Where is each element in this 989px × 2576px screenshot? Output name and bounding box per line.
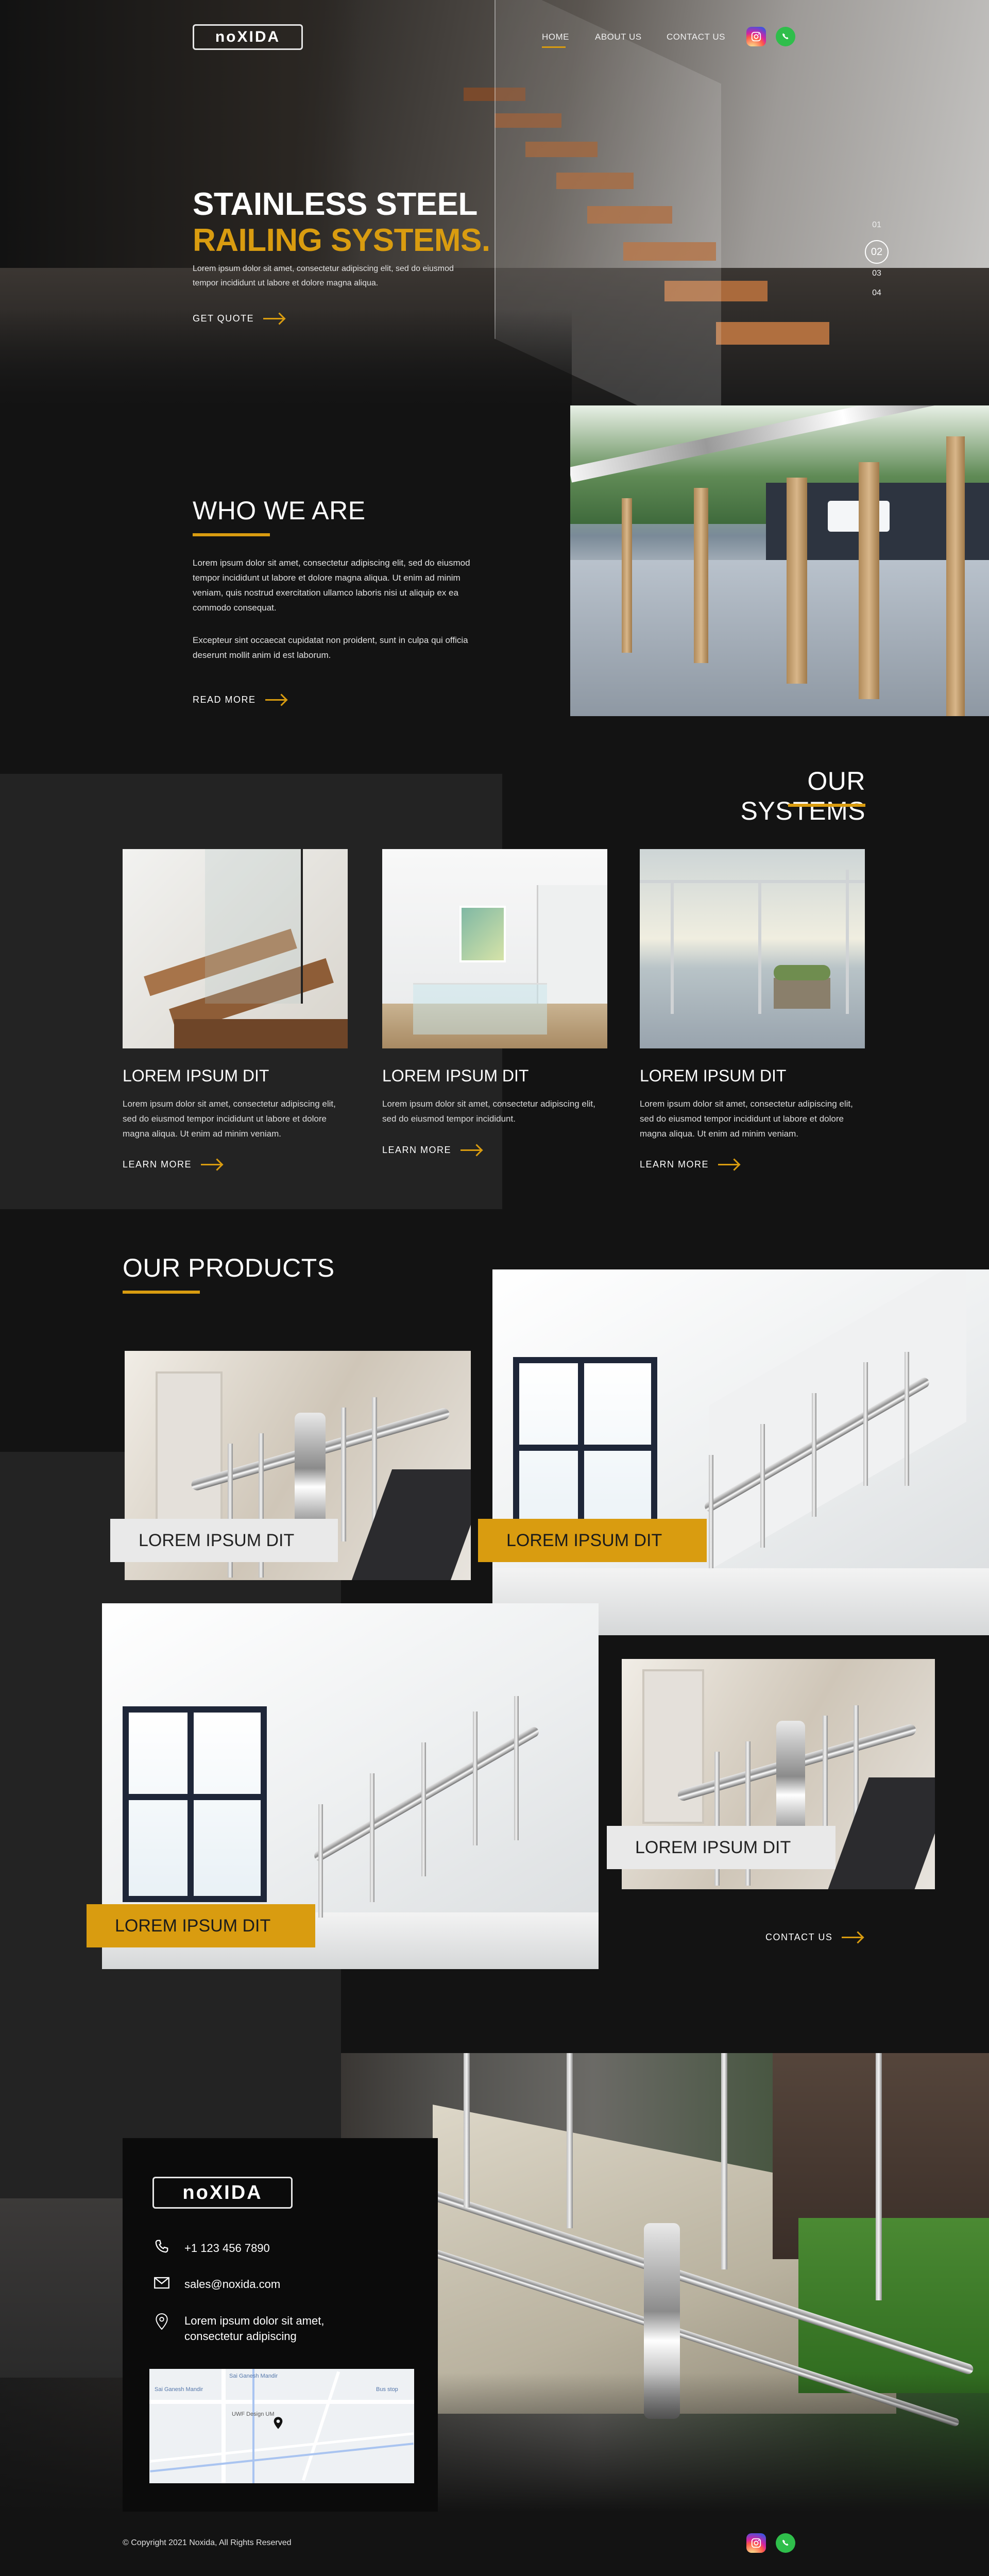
contact-us-label: CONTACT US: [765, 1932, 833, 1942]
product-3-label-text: LOREM IPSUM DIT: [115, 1916, 271, 1936]
about-title: WHO WE ARE: [193, 496, 366, 525]
arrow-right-icon: [263, 318, 284, 319]
nav-home[interactable]: HOME: [542, 32, 569, 48]
contact-logo-text: noXIDA: [182, 2181, 263, 2204]
products-title-underline: [123, 1291, 200, 1294]
hero-text: Lorem ipsum dolor sit amet, consectetur …: [193, 264, 454, 287]
product-1-label-text: LOREM IPSUM DIT: [139, 1530, 295, 1550]
product-3-label[interactable]: LOREM IPSUM DIT: [87, 1904, 315, 1947]
arrow-right-icon: [718, 1164, 739, 1165]
map-label-3: Sai Ganesh Mandir: [155, 2386, 203, 2393]
learn-more-label: LEARN MORE: [123, 1159, 192, 1170]
get-quote-button[interactable]: GET QUOTE: [193, 313, 284, 324]
contact-email-text: sales@noxida.com: [184, 2278, 281, 2291]
whatsapp-icon[interactable]: [776, 2533, 795, 2553]
products-title: OUR PRODUCTS: [123, 1253, 335, 1282]
map-label-1: Sai Ganesh Mandir: [229, 2373, 278, 2379]
mail-icon: [152, 2276, 171, 2293]
hero-title: STAINLESS STEEL RAILING SYSTEMS.: [193, 187, 490, 259]
about-paragraph-1: Lorem ipsum dolor sit amet, consectetur …: [193, 558, 470, 613]
hero-title-line1: STAINLESS STEEL: [193, 187, 478, 222]
slide-02-label: 02: [871, 246, 883, 258]
systems-title-underline: [788, 804, 865, 807]
arrow-right-icon: [842, 1937, 863, 1938]
footer-copyright: © Copyright 2021 Noxida, All Rights Rese…: [123, 2538, 292, 2547]
nav-active-underline: [542, 46, 566, 48]
product-2-label-text: LOREM IPSUM DIT: [506, 1530, 662, 1550]
slide-01[interactable]: 01: [860, 221, 893, 240]
logo-text: noXIDA: [215, 28, 281, 45]
system-card-2-text: Lorem ipsum dolor sit amet, consectetur …: [382, 1099, 595, 1124]
system-card-1-text: Lorem ipsum dolor sit amet, consectetur …: [123, 1099, 336, 1139]
read-more-label: READ MORE: [193, 694, 256, 705]
instagram-icon[interactable]: [746, 2533, 766, 2553]
system-card-2-title: LOREM IPSUM DIT: [382, 1066, 529, 1085]
contact-us-button[interactable]: CONTACT US: [765, 1932, 863, 1943]
system-card-1-title: LOREM IPSUM DIT: [123, 1066, 269, 1085]
slide-04[interactable]: 04: [860, 289, 893, 298]
about-image: [570, 405, 989, 716]
map-pin-icon: [273, 2416, 283, 2432]
nav-contact[interactable]: CONTACT US: [667, 32, 725, 42]
contact-email[interactable]: sales@noxida.com: [152, 2276, 280, 2293]
arrow-right-icon: [461, 1149, 482, 1151]
get-quote-label: GET QUOTE: [193, 313, 254, 324]
contact-address: Lorem ipsum dolor sit amet, consectetur …: [152, 2313, 354, 2344]
location-icon: [152, 2313, 171, 2333]
system-card-3-text: Lorem ipsum dolor sit amet, consectetur …: [640, 1099, 853, 1139]
product-4-label-text: LOREM IPSUM DIT: [635, 1837, 791, 1857]
learn-more-label: LEARN MORE: [382, 1145, 452, 1155]
product-2-image[interactable]: [492, 1269, 989, 1635]
contact-card: noXIDA +1 123 456 7890 sales@noxida.com …: [123, 2138, 438, 2512]
read-more-button[interactable]: READ MORE: [193, 694, 286, 705]
system-card-3-image: [640, 849, 865, 1048]
slide-03[interactable]: 03: [860, 269, 893, 289]
nav-about-label: ABOUT US: [595, 32, 642, 42]
system-card-3-title: LOREM IPSUM DIT: [640, 1066, 787, 1085]
whatsapp-icon[interactable]: [776, 27, 795, 46]
instagram-icon[interactable]: [746, 27, 766, 46]
contact-logo[interactable]: noXIDA: [152, 2177, 293, 2209]
map-label-2: Bus stop: [376, 2386, 398, 2393]
system-card-1-image: [123, 849, 348, 1048]
contact-phone[interactable]: +1 123 456 7890: [152, 2239, 270, 2258]
system-card-1-learn-more[interactable]: LEARN MORE: [123, 1159, 222, 1170]
product-4-label[interactable]: LOREM IPSUM DIT: [607, 1826, 835, 1869]
product-2-label[interactable]: LOREM IPSUM DIT: [478, 1519, 707, 1562]
contact-address-text: Lorem ipsum dolor sit amet, consectetur …: [184, 2314, 325, 2343]
system-card-3-learn-more[interactable]: LEARN MORE: [640, 1159, 739, 1170]
system-card-2-image: [382, 849, 607, 1048]
hero-background-image: [0, 0, 989, 407]
arrow-right-icon: [265, 699, 286, 701]
contact-phone-text: +1 123 456 7890: [184, 2241, 270, 2255]
nav-home-label: HOME: [542, 32, 569, 42]
learn-more-label: LEARN MORE: [640, 1159, 709, 1170]
map-widget[interactable]: Sai Ganesh Mandir Bus stop Sai Ganesh Ma…: [149, 2369, 414, 2483]
slide-02-active[interactable]: 02: [865, 240, 889, 264]
arrow-right-icon: [201, 1164, 222, 1165]
nav-about[interactable]: ABOUT US: [595, 32, 642, 42]
phone-icon: [152, 2239, 171, 2258]
about-title-underline: [193, 533, 270, 536]
system-card-2-learn-more[interactable]: LEARN MORE: [382, 1145, 482, 1156]
map-label-4: UWF Design UM: [232, 2411, 275, 2417]
nav-contact-label: CONTACT US: [667, 32, 725, 42]
logo[interactable]: noXIDA: [193, 24, 303, 50]
slide-indicator: 01 02 03 04: [860, 221, 893, 298]
hero-title-line2: RAILING SYSTEMS.: [193, 223, 490, 258]
product-1-label[interactable]: LOREM IPSUM DIT: [110, 1519, 338, 1562]
systems-title: OUR SYSTEMS: [740, 767, 865, 825]
about-paragraph-2: Excepteur sint occaecat cupidatat non pr…: [193, 635, 468, 660]
